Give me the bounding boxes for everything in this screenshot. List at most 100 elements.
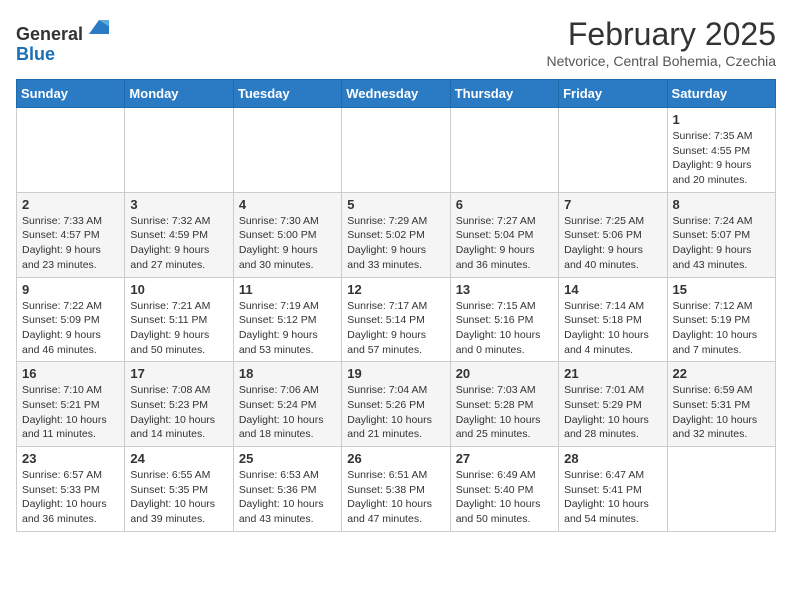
day-cell-2-6: 15Sunrise: 7:12 AM Sunset: 5:19 PM Dayli… xyxy=(667,277,775,362)
day-info: Sunrise: 7:10 AM Sunset: 5:21 PM Dayligh… xyxy=(22,383,119,442)
day-info: Sunrise: 7:04 AM Sunset: 5:26 PM Dayligh… xyxy=(347,383,444,442)
day-number: 13 xyxy=(456,282,553,297)
day-cell-2-4: 13 Sunrise: 7:15 AM Sunset: 5:16 PM Dayli… xyxy=(450,277,558,362)
day-number: 21 xyxy=(564,366,661,381)
day-cell-4-5: 28 Sunrise: 6:47 AM Sunset: 5:41 PM Dayli… xyxy=(559,447,667,532)
weekday-header-tuesday: Tuesday xyxy=(233,80,341,108)
day-cell-0-4 xyxy=(450,108,558,193)
day-number: 15 xyxy=(673,282,770,297)
logo: General Blue xyxy=(16,16,109,65)
day-cell-3-4: 20 Sunrise: 7:03 AM Sunset: 5:28 PM Dayli… xyxy=(450,362,558,447)
day-info: Sunrise: 6:57 AM Sunset: 5:33 PM Dayligh… xyxy=(22,468,119,527)
day-cell-4-0: 23 Sunrise: 6:57 AM Sunset: 5:33 PM Dayli… xyxy=(17,447,125,532)
day-cell-0-3 xyxy=(342,108,450,193)
weekday-header-monday: Monday xyxy=(125,80,233,108)
day-number: 18 xyxy=(239,366,336,381)
day-cell-1-0: 2 Sunrise: 7:33 AM Sunset: 4:57 PM Daylig… xyxy=(17,192,125,277)
day-cell-0-5 xyxy=(559,108,667,193)
calendar: SundayMondayTuesdayWednesdayThursdayFrid… xyxy=(16,79,776,532)
day-info: Sunrise: 6:49 AM Sunset: 5:40 PM Dayligh… xyxy=(456,468,553,527)
day-info: Sunrise: 7:03 AM Sunset: 5:28 PM Dayligh… xyxy=(456,383,553,442)
logo-blue: Blue xyxy=(16,44,55,64)
day-info: Sunrise: 7:22 AM Sunset: 5:09 PM Dayligh… xyxy=(22,299,119,358)
day-cell-3-2: 18 Sunrise: 7:06 AM Sunset: 5:24 PM Dayli… xyxy=(233,362,341,447)
day-number: 3 xyxy=(130,197,227,212)
day-number: 22 xyxy=(673,366,770,381)
weekday-header-sunday: Sunday xyxy=(17,80,125,108)
day-info: Sunrise: 7:06 AM Sunset: 5:24 PM Dayligh… xyxy=(239,383,336,442)
day-cell-1-6: 8Sunrise: 7:24 AM Sunset: 5:07 PM Daylig… xyxy=(667,192,775,277)
day-number: 23 xyxy=(22,451,119,466)
day-cell-3-5: 21Sunrise: 7:01 AM Sunset: 5:29 PM Dayli… xyxy=(559,362,667,447)
day-number: 17 xyxy=(130,366,227,381)
day-cell-1-3: 5 Sunrise: 7:29 AM Sunset: 5:02 PM Daylig… xyxy=(342,192,450,277)
weekday-header-thursday: Thursday xyxy=(450,80,558,108)
day-info: Sunrise: 7:27 AM Sunset: 5:04 PM Dayligh… xyxy=(456,214,553,273)
day-info: Sunrise: 7:21 AM Sunset: 5:11 PM Dayligh… xyxy=(130,299,227,358)
day-info: Sunrise: 7:29 AM Sunset: 5:02 PM Dayligh… xyxy=(347,214,444,273)
location: Netvorice, Central Bohemia, Czechia xyxy=(546,53,776,69)
day-info: Sunrise: 7:33 AM Sunset: 4:57 PM Dayligh… xyxy=(22,214,119,273)
day-number: 1 xyxy=(673,112,770,127)
day-cell-0-2 xyxy=(233,108,341,193)
day-info: Sunrise: 6:51 AM Sunset: 5:38 PM Dayligh… xyxy=(347,468,444,527)
day-cell-3-3: 19 Sunrise: 7:04 AM Sunset: 5:26 PM Dayli… xyxy=(342,362,450,447)
day-cell-4-2: 25Sunrise: 6:53 AM Sunset: 5:36 PM Dayli… xyxy=(233,447,341,532)
day-number: 6 xyxy=(456,197,553,212)
day-info: Sunrise: 7:35 AM Sunset: 4:55 PM Dayligh… xyxy=(673,129,770,188)
day-cell-4-6 xyxy=(667,447,775,532)
weekday-header-wednesday: Wednesday xyxy=(342,80,450,108)
day-cell-2-3: 12Sunrise: 7:17 AM Sunset: 5:14 PM Dayli… xyxy=(342,277,450,362)
day-cell-3-6: 22Sunrise: 6:59 AM Sunset: 5:31 PM Dayli… xyxy=(667,362,775,447)
day-info: Sunrise: 7:32 AM Sunset: 4:59 PM Dayligh… xyxy=(130,214,227,273)
day-info: Sunrise: 6:53 AM Sunset: 5:36 PM Dayligh… xyxy=(239,468,336,527)
title-block: February 2025 Netvorice, Central Bohemia… xyxy=(546,16,776,69)
day-number: 2 xyxy=(22,197,119,212)
week-row-3: 16 Sunrise: 7:10 AM Sunset: 5:21 PM Dayli… xyxy=(17,362,776,447)
day-cell-4-4: 27 Sunrise: 6:49 AM Sunset: 5:40 PM Dayli… xyxy=(450,447,558,532)
day-number: 12 xyxy=(347,282,444,297)
week-row-2: 9 Sunrise: 7:22 AM Sunset: 5:09 PM Daylig… xyxy=(17,277,776,362)
week-row-4: 23 Sunrise: 6:57 AM Sunset: 5:33 PM Dayli… xyxy=(17,447,776,532)
day-info: Sunrise: 7:30 AM Sunset: 5:00 PM Dayligh… xyxy=(239,214,336,273)
day-cell-2-1: 10Sunrise: 7:21 AM Sunset: 5:11 PM Dayli… xyxy=(125,277,233,362)
day-number: 9 xyxy=(22,282,119,297)
logo-general: General xyxy=(16,24,83,44)
day-number: 11 xyxy=(239,282,336,297)
day-number: 7 xyxy=(564,197,661,212)
day-number: 26 xyxy=(347,451,444,466)
day-number: 28 xyxy=(564,451,661,466)
day-cell-2-0: 9 Sunrise: 7:22 AM Sunset: 5:09 PM Daylig… xyxy=(17,277,125,362)
day-cell-1-4: 6 Sunrise: 7:27 AM Sunset: 5:04 PM Daylig… xyxy=(450,192,558,277)
week-row-0: 1 Sunrise: 7:35 AM Sunset: 4:55 PM Daylig… xyxy=(17,108,776,193)
weekday-header-saturday: Saturday xyxy=(667,80,775,108)
day-cell-1-2: 4Sunrise: 7:30 AM Sunset: 5:00 PM Daylig… xyxy=(233,192,341,277)
day-info: Sunrise: 7:14 AM Sunset: 5:18 PM Dayligh… xyxy=(564,299,661,358)
day-cell-4-1: 24Sunrise: 6:55 AM Sunset: 5:35 PM Dayli… xyxy=(125,447,233,532)
day-info: Sunrise: 6:47 AM Sunset: 5:41 PM Dayligh… xyxy=(564,468,661,527)
day-info: Sunrise: 7:15 AM Sunset: 5:16 PM Dayligh… xyxy=(456,299,553,358)
day-number: 19 xyxy=(347,366,444,381)
day-cell-0-6: 1 Sunrise: 7:35 AM Sunset: 4:55 PM Daylig… xyxy=(667,108,775,193)
day-number: 24 xyxy=(130,451,227,466)
day-number: 27 xyxy=(456,451,553,466)
day-info: Sunrise: 7:25 AM Sunset: 5:06 PM Dayligh… xyxy=(564,214,661,273)
day-cell-0-1 xyxy=(125,108,233,193)
day-info: Sunrise: 7:19 AM Sunset: 5:12 PM Dayligh… xyxy=(239,299,336,358)
day-cell-2-5: 14 Sunrise: 7:14 AM Sunset: 5:18 PM Dayli… xyxy=(559,277,667,362)
day-cell-3-1: 17 Sunrise: 7:08 AM Sunset: 5:23 PM Dayli… xyxy=(125,362,233,447)
day-cell-2-2: 11 Sunrise: 7:19 AM Sunset: 5:12 PM Dayli… xyxy=(233,277,341,362)
day-info: Sunrise: 7:08 AM Sunset: 5:23 PM Dayligh… xyxy=(130,383,227,442)
day-cell-0-0 xyxy=(17,108,125,193)
page-header: General Blue February 2025 Netvorice, Ce… xyxy=(16,16,776,69)
weekday-header-row: SundayMondayTuesdayWednesdayThursdayFrid… xyxy=(17,80,776,108)
weekday-header-friday: Friday xyxy=(559,80,667,108)
day-info: Sunrise: 7:24 AM Sunset: 5:07 PM Dayligh… xyxy=(673,214,770,273)
day-number: 14 xyxy=(564,282,661,297)
day-number: 20 xyxy=(456,366,553,381)
day-number: 5 xyxy=(347,197,444,212)
day-cell-1-1: 3 Sunrise: 7:32 AM Sunset: 4:59 PM Daylig… xyxy=(125,192,233,277)
month-year: February 2025 xyxy=(546,16,776,53)
logo-icon xyxy=(85,16,109,40)
day-number: 16 xyxy=(22,366,119,381)
